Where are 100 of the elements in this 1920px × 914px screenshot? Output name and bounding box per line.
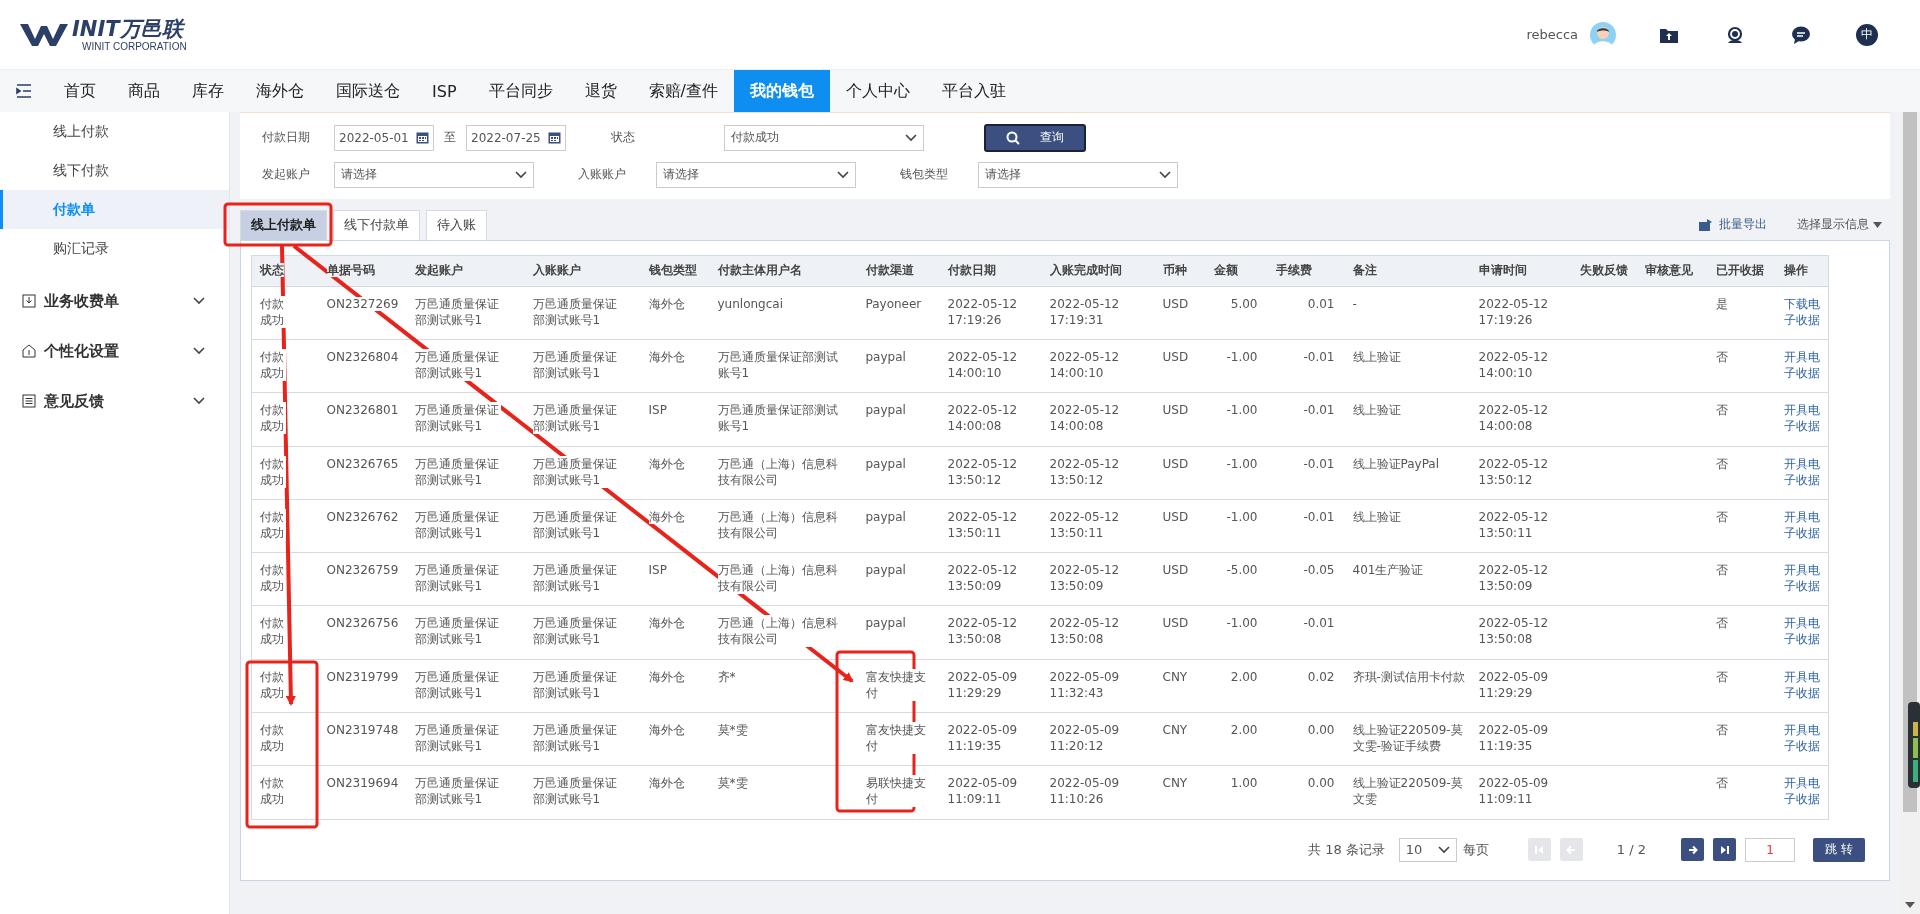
payer-cell: 莫*雯 (717, 722, 748, 739)
nav-tab[interactable]: 平台同步 (472, 70, 569, 112)
sidebar-group[interactable]: 意见反馈 (0, 376, 229, 426)
receipt-cell: 否 (1715, 563, 1728, 578)
tab[interactable]: 待入账 (426, 209, 487, 240)
export-icon (1699, 218, 1713, 231)
nav-tab[interactable]: 库存 (176, 70, 240, 112)
receipt-link[interactable]: 开具电子收据 (1783, 562, 1824, 595)
column-header: 付款渠道 (865, 263, 914, 278)
channel-cell: 易联快捷支付 (865, 775, 928, 808)
search-button[interactable]: 查询 (984, 123, 1086, 152)
scroll-down-icon[interactable] (1905, 902, 1915, 908)
currency-cell: CNY (1162, 669, 1188, 684)
first-page-icon (1534, 844, 1545, 855)
nav-tab[interactable]: 索赔/查件 (632, 70, 734, 112)
account-cell: 万邑通质量保证部测试账号1 (532, 562, 619, 595)
page-number-field[interactable]: 1 (1745, 837, 1795, 862)
nav-tab[interactable]: 国际送仓 (320, 70, 416, 112)
language-button[interactable]: 中 (1834, 14, 1900, 55)
sidebar-item[interactable]: 线上付款 (0, 112, 229, 151)
receipt-cell: 否 (1715, 669, 1728, 684)
receipt-link[interactable]: 开具电子收据 (1783, 668, 1824, 701)
chevron-icon (193, 347, 205, 355)
receipt-link[interactable]: 开具电子收据 (1783, 615, 1824, 648)
filter-label: 发起账户 (262, 166, 311, 184)
tab[interactable]: 线上付款单 (240, 209, 327, 240)
amount-cell: -1.00 (1226, 350, 1258, 364)
receipt-link[interactable]: 开具电子收据 (1783, 455, 1824, 488)
jump-button[interactable]: 跳 转 (1813, 837, 1865, 862)
logo-subtitle: WINIT CORPORATION (82, 41, 187, 52)
account-cell: 万邑通质量保证部测试账号1 (414, 668, 501, 701)
last-page-button[interactable] (1713, 838, 1736, 862)
account-cell: 万邑通质量保证部测试账号1 (414, 562, 501, 595)
column-header: 已开收据 (1715, 263, 1764, 278)
list-icon (22, 394, 36, 408)
page-indicator: 1 / 2 (1616, 842, 1646, 858)
avatar-icon[interactable] (1590, 21, 1616, 48)
receipt-cell: 否 (1715, 616, 1728, 631)
left-arrow-icon (1566, 844, 1577, 855)
account-cell: 万邑通质量保证部测试账号1 (532, 508, 619, 541)
chevron-icon (905, 133, 917, 142)
account-select[interactable]: 请选择 (334, 161, 534, 188)
chevron-icon (1159, 170, 1171, 179)
date-field[interactable]: 2022-05-01 (334, 124, 434, 151)
account-cell: 万邑通质量保证部测试账号1 (414, 349, 501, 381)
nav-tab[interactable]: ISP (416, 70, 473, 112)
receipt-link[interactable]: 开具电子收据 (1783, 508, 1824, 541)
sidebar-group[interactable]: 业务收费单 (0, 276, 229, 326)
fee-cell: -0.01 (1303, 456, 1335, 471)
receipt-link[interactable]: 开具电子收据 (1783, 349, 1824, 381)
account-cell: 万邑通质量保证部测试账号1 (414, 455, 501, 488)
export-link[interactable]: 批量导出 (1699, 216, 1767, 234)
sidebar-group[interactable]: 个性化设置 (0, 326, 229, 376)
nav-tab[interactable]: 海外仓 (240, 70, 320, 112)
sidebar-item[interactable]: 购汇记录 (0, 229, 229, 268)
currency-cell: USD (1162, 350, 1189, 364)
wallet-cell: 海外仓 (648, 616, 685, 631)
nav-tab[interactable]: 商品 (112, 70, 176, 112)
wallet-cell: 海外仓 (648, 723, 685, 738)
level-meter-icon (1908, 702, 1920, 788)
tab[interactable]: 线下付款单 (333, 209, 420, 240)
house-icon (22, 344, 36, 358)
logo-text: INIT万邑联 (72, 17, 186, 41)
column-header: 单据号码 (326, 263, 375, 278)
nav-tab[interactable]: 退货 (568, 70, 633, 112)
account-cell: 万邑通质量保证部测试账号1 (532, 455, 619, 488)
date-field[interactable]: 2022-07-25 (466, 124, 566, 151)
total-records: 共 18 条记录 (1308, 840, 1385, 859)
payer-cell: 万邑通（上海）信息科技有限公司 (717, 562, 840, 595)
fee-cell: 0.01 (1307, 296, 1335, 311)
status-cell: 付款成功 (260, 455, 286, 488)
receipt-link[interactable]: 下载电子收据 (1783, 295, 1824, 328)
nav-tab[interactable]: 平台入驻 (925, 70, 1022, 112)
sidebar-item[interactable]: 线下付款 (0, 151, 229, 190)
number-cell: ON2326804 (326, 350, 399, 364)
scrollbar[interactable] (1900, 112, 1920, 914)
column-header: 操作 (1783, 263, 1808, 278)
receipt-link[interactable]: 开具电子收据 (1783, 775, 1824, 808)
column-header: 发起账户 (414, 263, 463, 278)
column-header: 入账完成时间 (1049, 263, 1122, 278)
account-cell: 万邑通质量保证部测试账号1 (532, 295, 619, 328)
next-page-button[interactable] (1681, 838, 1704, 862)
filter-label: 钱包类型 (900, 166, 949, 184)
account-cell: 万邑通质量保证部测试账号1 (414, 402, 501, 435)
column-header: 入账账户 (532, 263, 581, 278)
receipt-link[interactable]: 开具电子收据 (1783, 402, 1824, 435)
account-select[interactable]: 请选择 (978, 161, 1178, 188)
status-select[interactable]: 付款成功 (724, 124, 924, 151)
page-size-select[interactable]: 10 (1398, 837, 1457, 862)
status-cell: 付款成功 (260, 775, 286, 808)
nav-tab[interactable]: 首页 (48, 70, 112, 112)
receipt-link[interactable]: 开具电子收据 (1783, 722, 1824, 755)
display-options-dropdown[interactable]: 选择显示信息 (1797, 216, 1882, 234)
status-cell: 付款成功 (260, 668, 286, 701)
chevron-icon (193, 297, 205, 305)
payer-cell: yunlongcai (717, 295, 783, 312)
account-cell: 万邑通质量保证部测试账号1 (414, 615, 501, 648)
note-cell: 线上验证 (1352, 349, 1401, 365)
nav-tab[interactable]: 个人中心 (829, 70, 926, 112)
account-select[interactable]: 请选择 (656, 161, 856, 188)
